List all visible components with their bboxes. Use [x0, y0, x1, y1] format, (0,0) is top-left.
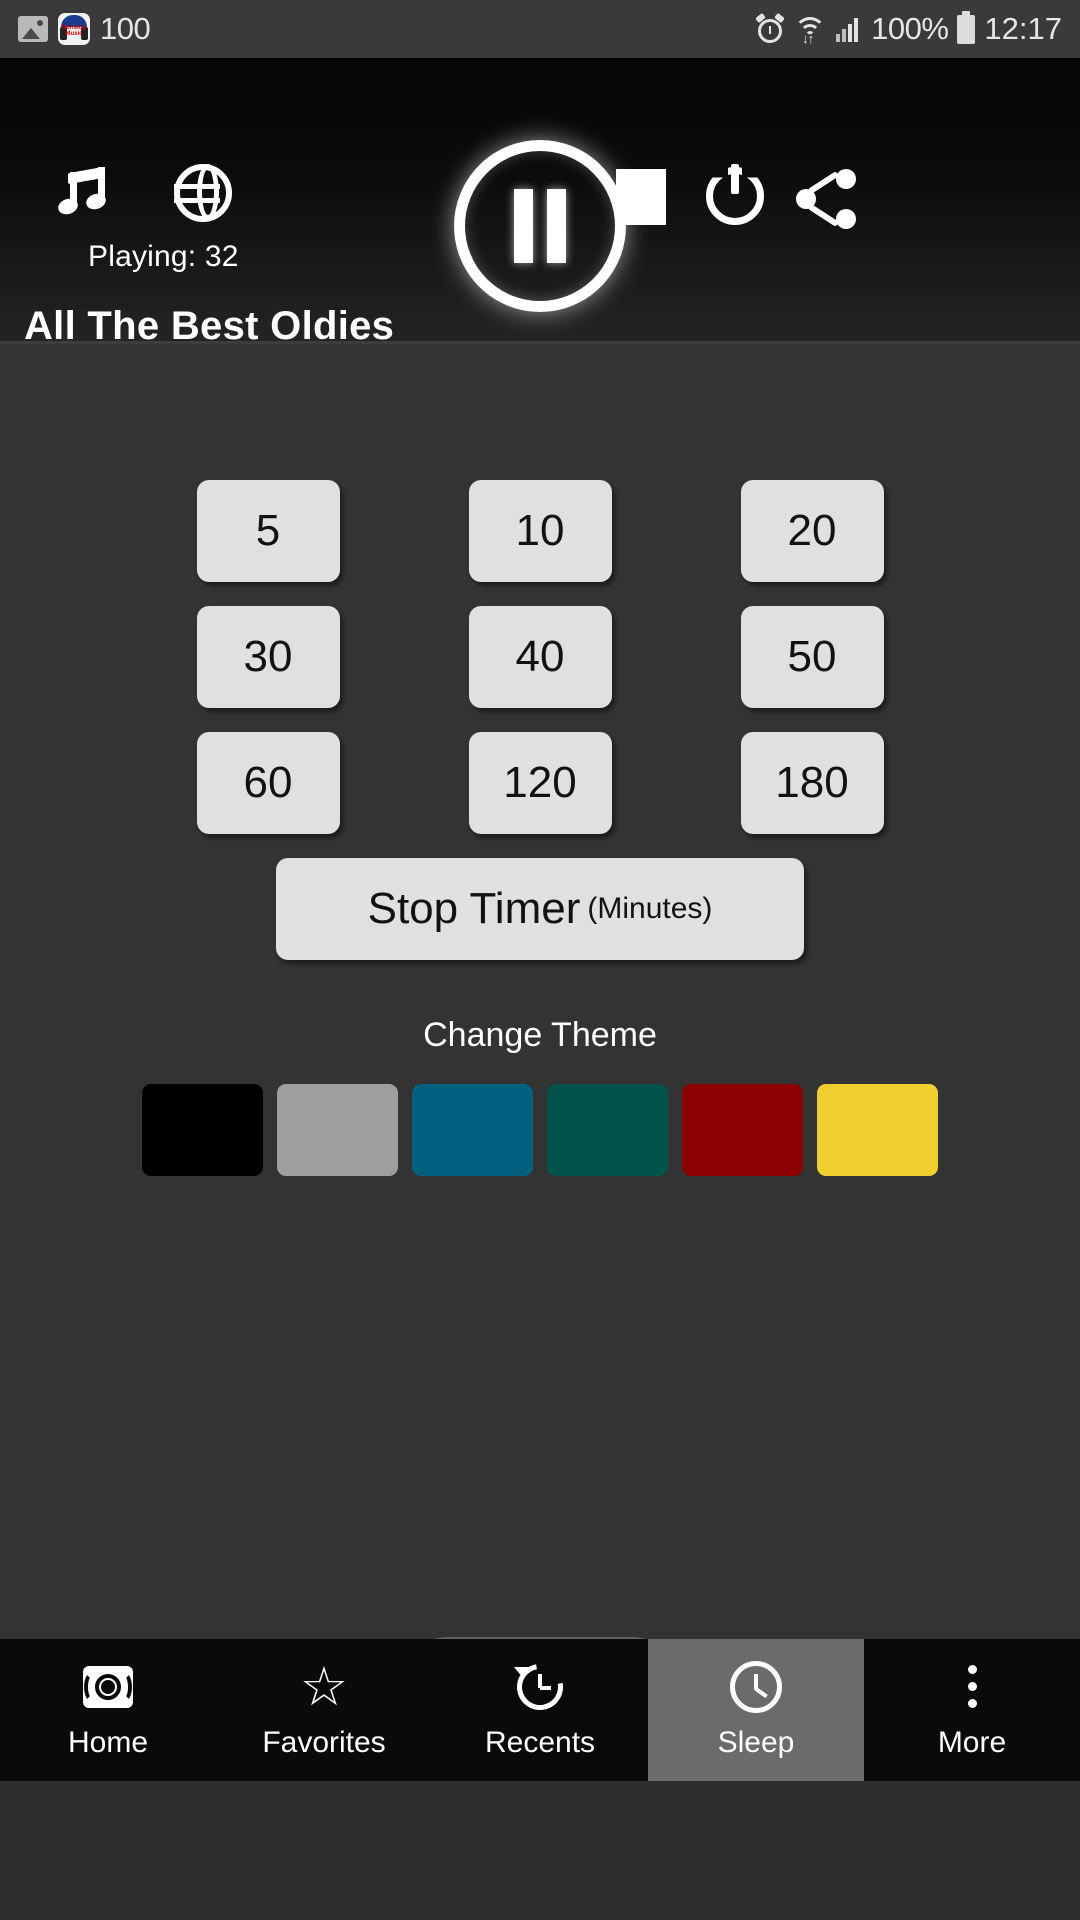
- nav-label-favorites: Favorites: [262, 1725, 386, 1759]
- nav-icon-wrap: ☆: [299, 1656, 349, 1717]
- playing-status-label: Playing: 32: [88, 240, 239, 273]
- photo-icon: [18, 16, 48, 42]
- music-note-icon: [54, 164, 112, 222]
- web-station-button[interactable]: [168, 158, 238, 228]
- timer-preset-50[interactable]: 50: [740, 606, 884, 708]
- nav-icon-wrap: [966, 1661, 978, 1713]
- theme-blue-swatch[interactable]: [412, 1084, 533, 1176]
- stop-timer-button[interactable]: Stop Timer (Minutes): [276, 858, 804, 960]
- history-icon: [507, 1654, 573, 1719]
- theme-red-swatch[interactable]: [682, 1084, 803, 1176]
- share-icon: [796, 167, 858, 229]
- nav-item-favorites[interactable]: ☆ Favorites: [216, 1639, 432, 1781]
- theme-black-swatch[interactable]: [142, 1084, 263, 1176]
- pause-icon-bar-left: [514, 189, 533, 263]
- battery-icon: [957, 10, 976, 44]
- notification-count: 100: [100, 11, 151, 46]
- timer-preset-10[interactable]: 10: [468, 480, 612, 582]
- change-theme-label: Change Theme: [423, 1016, 657, 1054]
- nav-label-recents: Recents: [484, 1725, 596, 1759]
- play-pause-button[interactable]: [454, 140, 626, 312]
- stop-square-icon: [616, 169, 666, 225]
- power-button[interactable]: [700, 161, 770, 231]
- status-bar: Nonstop Music 100 ↓↑ 100% 12:17: [0, 0, 1080, 58]
- nonstop-music-app-icon: Nonstop Music: [58, 13, 90, 45]
- stop-button[interactable]: [610, 166, 672, 228]
- stop-timer-unit-label: (Minutes): [587, 892, 713, 925]
- nav-label-home: Home: [67, 1725, 149, 1759]
- timer-preset-grid: 5 10 20 30 40 50 60 120 180: [0, 480, 1080, 834]
- nav-item-home[interactable]: Home: [0, 1639, 216, 1781]
- theme-swatch-row: [0, 1084, 1080, 1176]
- nav-item-more[interactable]: More: [864, 1639, 1080, 1781]
- station-title: All The Best Oldies: [24, 304, 395, 348]
- status-bar-right: ↓↑ 100% 12:17: [755, 10, 1062, 47]
- pause-icon-bar-right: [547, 189, 566, 263]
- nav-label-more: More: [937, 1725, 1007, 1759]
- battery-percent: 100%: [871, 11, 949, 46]
- theme-green-swatch[interactable]: [547, 1084, 668, 1176]
- timer-preset-5[interactable]: 5: [196, 480, 340, 582]
- player-header: Playing: 32 All The Best Oldies: [0, 58, 1080, 348]
- music-library-button[interactable]: [48, 158, 118, 228]
- timer-preset-60[interactable]: 60: [196, 732, 340, 834]
- timer-preset-180[interactable]: 180: [740, 732, 884, 834]
- timer-preset-20[interactable]: 20: [740, 480, 884, 582]
- timer-preset-30[interactable]: 30: [196, 606, 340, 708]
- alarm-icon: [755, 12, 786, 43]
- star-icon: ☆: [299, 1656, 349, 1717]
- sleep-timer-screen: 5 10 20 30 40 50 60 120 180 Stop Timer (Minutes)…: [0, 344, 1080, 1781]
- nav-item-recents[interactable]: Recents: [432, 1639, 648, 1781]
- bottom-navigation-bar: Home ☆ Favorites Recents Sleep More: [0, 1639, 1080, 1781]
- status-bar-clock: 12:17: [984, 11, 1062, 46]
- timer-preset-120[interactable]: 120: [468, 732, 612, 834]
- signal-icon: [836, 16, 862, 42]
- nav-icon-wrap: [507, 1654, 573, 1719]
- wifi-icon: ↓↑: [793, 15, 827, 45]
- theme-gray-swatch[interactable]: [277, 1084, 398, 1176]
- timer-preset-40[interactable]: 40: [468, 606, 612, 708]
- globe-icon: [174, 164, 232, 222]
- clock-icon: [730, 1660, 782, 1713]
- status-bar-left: Nonstop Music 100: [18, 11, 151, 47]
- stop-timer-label: Stop Timer: [367, 884, 581, 933]
- power-icon: [706, 164, 764, 225]
- nav-label-sleep: Sleep: [717, 1725, 795, 1759]
- more-vert-icon: [966, 1661, 978, 1713]
- nav-icon-wrap: [83, 1661, 133, 1713]
- player-controls: Playing: 32: [0, 58, 1080, 312]
- share-button[interactable]: [790, 161, 864, 235]
- nav-item-sleep[interactable]: Sleep: [648, 1639, 864, 1781]
- nav-icon-wrap: [730, 1660, 782, 1713]
- theme-yellow-swatch[interactable]: [817, 1084, 938, 1176]
- broadcast-icon: [83, 1665, 133, 1708]
